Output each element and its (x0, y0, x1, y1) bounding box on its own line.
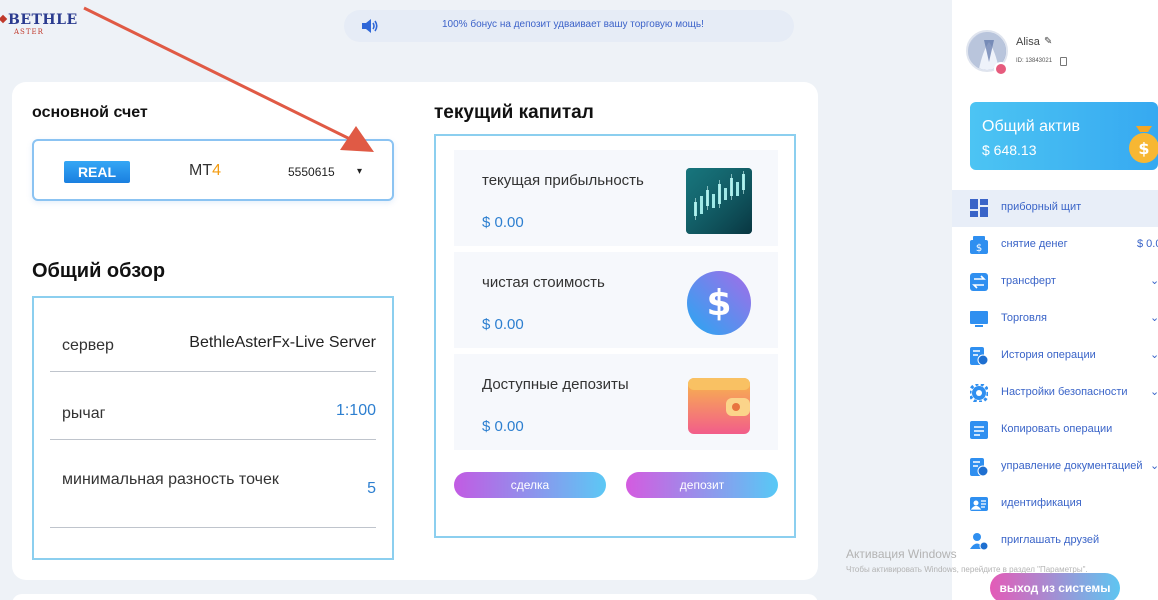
capital-card-net-worth: чистая стоимость $ 0.00 $ (454, 252, 778, 348)
overview-value: BethleAsterFx-Live Server (189, 334, 376, 351)
account-select-value: 5550615 (288, 165, 335, 179)
sidebar-item-label: приглашать друзей (1001, 534, 1100, 546)
sidebar-item-label: История операции (1001, 349, 1096, 361)
platform-suffix: 4 (212, 162, 222, 179)
sidebar-item-label: приборный щит (1001, 201, 1082, 213)
overview-label: минимальная разность точек (62, 471, 279, 488)
logo-main-text: BETHLE (8, 12, 78, 28)
account-box: REAL MT4 5550615 ▾ (32, 139, 394, 201)
withdraw-icon: $ (970, 236, 988, 254)
overview-box: сервер BethleAsterFx-Live Server рычаг 1… (32, 296, 394, 560)
account-select[interactable]: 5550615 ▾ (280, 160, 368, 184)
total-assets-title: Общий актив (982, 118, 1080, 135)
logout-button[interactable]: выход из системы (990, 573, 1120, 600)
capital-title: текущий капитал (434, 102, 594, 123)
sidebar: Alisa ✎ ID: 13843021 Общий актив $ 648.1… (952, 0, 1158, 600)
copy-trade-icon (970, 421, 988, 439)
sidebar-item-label: управление документацией (1001, 460, 1143, 472)
sidebar-item-invite[interactable]: приглашать друзей (952, 523, 1158, 560)
edit-icon[interactable]: ✎ (1044, 36, 1052, 47)
announcement-bar: 100% бонус на депозит удваивает вашу тор… (344, 10, 794, 42)
history-icon (970, 347, 988, 365)
chevron-down-icon: ▾ (356, 166, 362, 177)
withdraw-amount: $ 0.0 (1137, 238, 1158, 250)
sidebar-item-label: трансферт (1001, 275, 1056, 287)
sidebar-item-label: Настройки безопасности (1001, 386, 1128, 398)
dollar-coin-icon: $ (687, 271, 751, 335)
deal-button[interactable]: сделка (454, 472, 606, 498)
overview-value: 5 (367, 480, 376, 497)
windows-activation-text: Чтобы активировать Windows, перейдите в … (846, 565, 1088, 574)
overview-value: 1:100 (335, 402, 376, 419)
logo[interactable]: BETHLE ASTER (0, 12, 80, 42)
sidebar-item-label: Торговля (1001, 312, 1047, 324)
account-type-badge: REAL (64, 161, 130, 183)
svg-text:$: $ (976, 243, 982, 254)
transfer-icon (970, 273, 988, 291)
documents-icon (970, 458, 988, 476)
deposit-button[interactable]: депозит (626, 472, 778, 498)
dashboard-icon (970, 199, 988, 217)
overview-label: рычаг (62, 405, 106, 422)
capital-card-deposits: Доступные депозиты $ 0.00 (454, 354, 778, 450)
sidebar-item-security[interactable]: Настройки безопасности ⌄ (952, 375, 1158, 412)
overview-row-min-spread: минимальная разность точек 5 (50, 440, 376, 528)
sidebar-item-label: Копировать операции (1001, 423, 1113, 435)
logo-sub-text: ASTER (14, 28, 44, 36)
id-card-icon (970, 497, 988, 511)
user-id: ID: 13843021 (1016, 58, 1053, 64)
sidebar-item-trading[interactable]: Торговля ⌄ (952, 301, 1158, 338)
sidebar-item-label: снятие денег (1001, 238, 1068, 250)
capital-card-title: Доступные депозиты (482, 376, 629, 393)
overview-title: Общий обзор (32, 260, 166, 282)
chevron-down-icon: ⌄ (1150, 348, 1158, 361)
total-assets-card: Общий актив $ 648.13 $ (970, 102, 1158, 170)
bottom-card (12, 594, 818, 600)
platform-label: MT4 (189, 162, 221, 180)
overview-row-leverage: рычаг 1:100 (50, 372, 376, 440)
chevron-down-icon: ⌄ (1150, 311, 1158, 324)
total-assets-value: $ 648.13 (982, 142, 1037, 158)
sidebar-item-history[interactable]: История операции ⌄ (952, 338, 1158, 375)
wallet-icon (688, 378, 750, 434)
capital-box: текущая прибыльность $ 0.00 чистая стоим… (434, 134, 796, 538)
capital-card-value: $ 0.00 (482, 418, 524, 435)
chevron-down-icon: ⌄ (1150, 274, 1158, 287)
announcement-text: 100% бонус на депозит удваивает вашу тор… (442, 19, 704, 30)
sidebar-item-dashboard[interactable]: приборный щит (952, 190, 1158, 227)
sidebar-item-transfer[interactable]: трансферт ⌄ (952, 264, 1158, 301)
sidebar-item-documents[interactable]: управление документацией ⌄ (952, 449, 1158, 486)
money-bag-icon: $ (1129, 126, 1158, 163)
capital-card-title: чистая стоимость (482, 274, 605, 291)
windows-activation-title: Активация Windows (846, 547, 957, 561)
sidebar-item-label: идентификация (1001, 497, 1082, 509)
sidebar-item-withdraw[interactable]: $ снятие денег $ 0.0 (952, 227, 1158, 264)
gear-icon (970, 384, 988, 402)
user-name: Alisa (1016, 36, 1040, 48)
platform-prefix: MT (189, 162, 213, 179)
overview-label: сервер (62, 337, 114, 354)
overview-row-server: сервер BethleAsterFx-Live Server (50, 326, 376, 372)
capital-card-profit: текущая прибыльность $ 0.00 (454, 150, 778, 246)
trade-icon (970, 311, 988, 327)
capital-card-value: $ 0.00 (482, 316, 524, 333)
avatar-badge (994, 62, 1008, 76)
logo-mark-icon (0, 14, 8, 24)
svg-text:$: $ (1138, 139, 1149, 158)
chevron-down-icon: ⌄ (1150, 385, 1158, 398)
candlestick-chart-icon (686, 168, 752, 234)
chevron-down-icon: ⌄ (1150, 459, 1158, 472)
capital-card-value: $ 0.00 (482, 214, 524, 231)
sidebar-item-copy-trading[interactable]: Копировать операции (952, 412, 1158, 449)
speaker-icon (362, 19, 378, 33)
account-title: основной счет (32, 104, 148, 121)
invite-icon (970, 533, 988, 550)
sidebar-item-identification[interactable]: идентификация (952, 486, 1158, 523)
capital-card-title: текущая прибыльность (482, 172, 644, 189)
svg-text:$: $ (706, 283, 731, 324)
copy-icon[interactable] (1060, 57, 1067, 66)
